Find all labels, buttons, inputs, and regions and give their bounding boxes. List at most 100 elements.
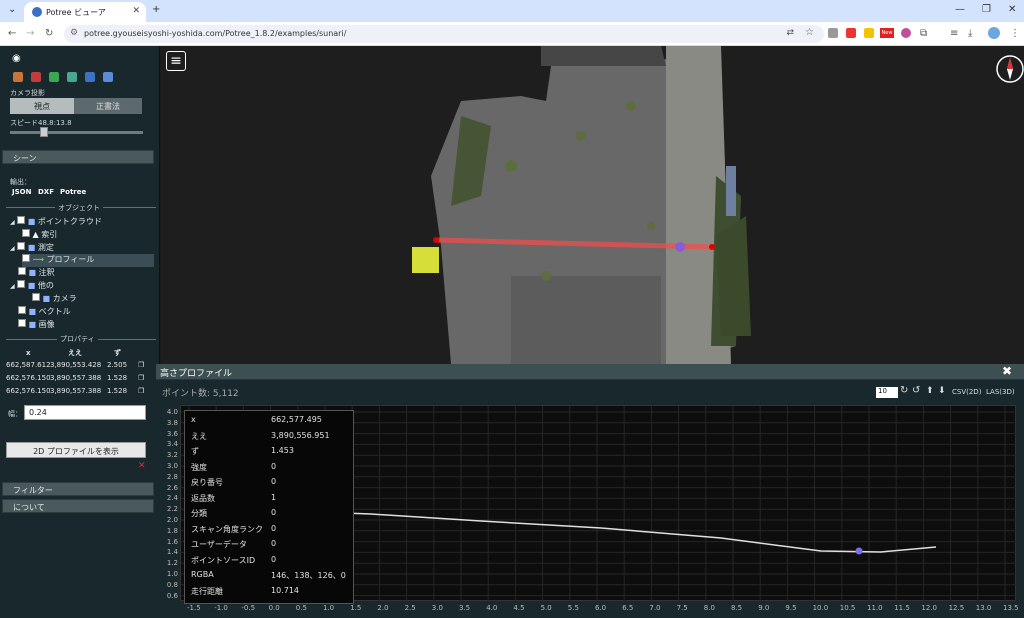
new-badge-extension[interactable]: New [880,28,894,38]
info-value: 146、138、126、0 [271,571,346,580]
maximize-button[interactable]: ❐ [982,4,991,15]
info-value: 0 [271,461,277,471]
info-value: 3,890,556.951 [271,430,330,440]
rotate-cw-icon[interactable]: ↺ [912,385,920,396]
x-tick-label: 3.0 [431,604,443,612]
url-field[interactable]: ⚙ potree.gyouseisyoshi-yoshida.com/Potre… [64,25,824,43]
site-info-icon[interactable]: ⚙ [70,28,78,38]
y-tick-label: 1.8 [166,526,178,535]
width-input[interactable]: 0.24 [24,405,146,420]
col-z-header: ず [114,349,121,357]
x-tick-label: 1.0 [323,604,335,612]
x-tick-label: 0.5 [295,604,307,612]
info-key: 強度 [191,462,207,472]
point-count-input[interactable]: 10 [876,387,898,398]
profile-title: 高さプロファイル [160,369,233,379]
x-tick-label: -1.0 [214,604,228,612]
x-tick-label: 6.0 [595,604,607,612]
tree-item-other[interactable]: ◢ ■ 他の [10,280,54,293]
export-las-button[interactable]: LAS(3D) [986,388,1015,396]
tree-item-index[interactable]: ▲ 索引 [22,229,57,242]
cube-top-view-icon[interactable] [49,72,59,82]
tab-search-icon[interactable]: ⌄ [8,4,16,15]
tree-item-annotations[interactable]: ■ 注釈 [18,267,55,280]
x-tick-label: 9.0 [758,604,770,612]
copy-icon[interactable]: ❐ [138,374,144,382]
copy-icon[interactable]: ❐ [138,361,144,369]
tab-close-icon[interactable]: ✕ [132,6,140,16]
tree-item-camera[interactable]: ■ カメラ [32,293,77,306]
tree-item-images[interactable]: ■ 画像 [18,319,55,332]
about-header[interactable]: について [2,499,154,513]
x-tick-label: 0.0 [268,604,280,612]
x-tick-label: 11.0 [867,604,883,612]
scene-header[interactable]: シーン [2,150,154,164]
speed-slider-track[interactable] [10,131,143,134]
potree-favicon-icon [32,7,42,17]
x-tick-label: 12.5 [948,604,965,612]
filter-header[interactable]: フィルター [2,482,154,496]
info-value: 0 [271,554,277,564]
translate-icon[interactable]: ⇄ [786,28,794,38]
info-key: 分類 [191,509,207,518]
table-row: 662,576.150 3,890,557.388 1.528 ❐ [6,387,145,395]
point-cloud-viewer[interactable]: ≡ [161,46,1024,364]
x-tick-label: 4.5 [513,604,525,612]
tree-item-vectors[interactable]: ■ ベクトル [18,306,71,319]
show-2d-profile-button[interactable]: 2D プロファイルを表示 [6,442,146,458]
speed-slider-thumb[interactable] [40,127,48,137]
arrow-down-icon[interactable]: ⬇ [938,386,946,396]
cube-back-view-icon[interactable] [85,72,95,82]
puzzle-extensions-icon[interactable]: ⧉ [920,28,927,39]
compass-icon[interactable] [995,54,1024,84]
forward-icon[interactable]: → [26,28,34,39]
col-x-header: x [26,349,31,357]
y-tick-label: 3.4 [166,440,178,449]
profile-line [288,510,937,553]
width-label: 幅： [8,410,22,418]
export-csv-button[interactable]: CSV(2D) [952,388,981,396]
x-tick-label: 8.0 [703,604,715,612]
download-icon[interactable]: ⤓ [968,28,972,39]
profile-close-icon[interactable]: ✖ [1002,364,1012,378]
reload-icon[interactable]: ↻ [45,28,53,39]
perspective-button[interactable]: 視点 [10,98,74,114]
menu-toggle-button[interactable]: ≡ [166,51,186,71]
y-tick-label: 3.6 [166,429,178,438]
x-tick-label: 13.5 [1003,604,1019,612]
extension-icon[interactable] [828,28,838,38]
back-icon[interactable]: ← [8,28,16,39]
delete-icon[interactable]: ✕ [138,461,146,471]
new-tab-button[interactable]: + [152,4,160,15]
point-cloud-render [412,46,751,364]
cube-left-view-icon[interactable] [31,72,41,82]
bookmark-star-icon[interactable]: ☆ [805,27,814,38]
record-extension-icon[interactable] [846,28,856,38]
memo-extension-icon[interactable] [864,28,874,38]
link-extension-icon[interactable] [901,28,911,38]
rotate-ccw-icon[interactable]: ↻ [900,385,908,396]
close-window-button[interactable]: ✕ [1008,4,1016,15]
export-potree-link[interactable]: Potree [60,188,86,196]
export-json-link[interactable]: JSON [12,188,31,196]
x-tick-label: 9.5 [785,604,797,612]
tree-item-pointcloud[interactable]: ◢ ■ ポイントクラウド [10,216,156,229]
cube-front-view-icon[interactable] [13,72,23,82]
x-tick-label: 1.5 [350,604,362,612]
copy-icon[interactable]: ❐ [138,387,144,395]
info-key: スキャン角度ランク [191,524,263,534]
minimize-button[interactable]: — [955,4,965,15]
media-controls-icon[interactable]: ≡ [950,28,958,39]
arrow-up-icon[interactable]: ⬆ [926,386,934,396]
export-dxf-link[interactable]: DXF [38,188,54,196]
eye-icon[interactable]: ◉ [12,53,21,64]
browser-tab[interactable]: Potree ビューア ✕ [24,2,146,22]
more-menu-icon[interactable]: ⋮ [1010,28,1020,39]
cube-bottom-view-icon[interactable] [103,72,113,82]
profile-avatar[interactable] [988,27,1000,39]
orthographic-button[interactable]: 正書法 [74,98,142,114]
cube-right-view-icon[interactable] [67,72,77,82]
info-value: 0 [271,539,277,548]
y-tick-label: 2.4 [166,494,178,503]
tree-item-profile[interactable]: ⟿ プロフィール [22,254,154,267]
